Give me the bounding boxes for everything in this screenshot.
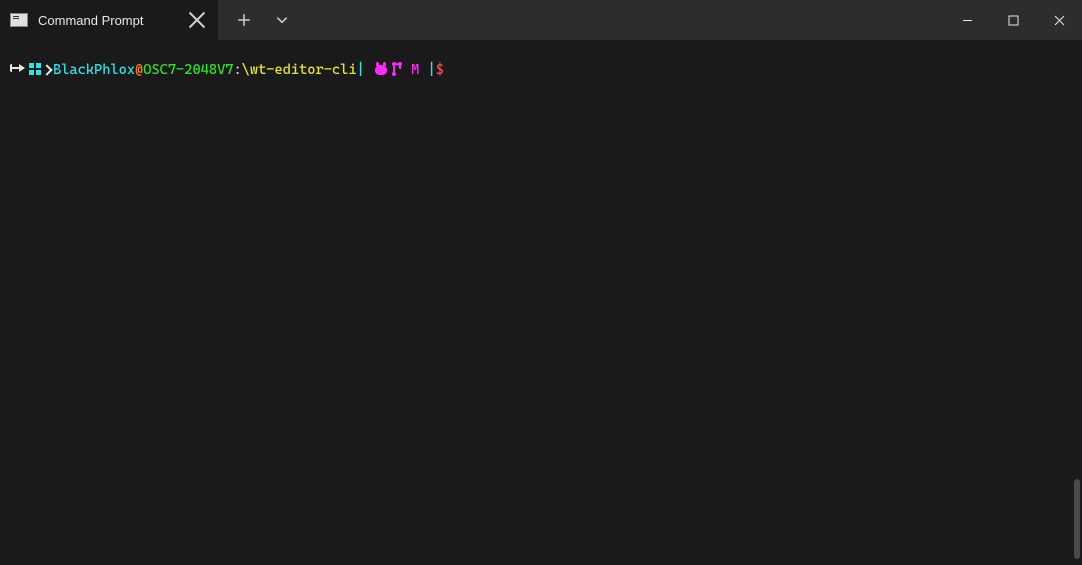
tab-command-prompt[interactable]: Command Prompt: [0, 0, 218, 40]
prompt-path: \wt-editor-cli: [242, 60, 357, 80]
window-controls: [944, 0, 1082, 40]
tab-title: Command Prompt: [38, 13, 178, 28]
prompt-sep: :: [233, 60, 241, 80]
prompt-dollar: $: [436, 60, 444, 80]
prompt-pipe1: |: [357, 60, 365, 80]
prompt-host: OSC7-2048V7: [143, 60, 233, 80]
prompt-pipe2: |: [428, 60, 436, 80]
tab-dropdown-button[interactable]: [264, 0, 300, 40]
git-status: M: [403, 60, 428, 80]
scrollbar-thumb[interactable]: [1074, 479, 1080, 559]
chevron-right-icon: [43, 60, 53, 80]
close-window-button[interactable]: [1036, 0, 1082, 40]
new-tab-button[interactable]: [226, 0, 262, 40]
titlebar: Command Prompt: [0, 0, 1082, 40]
prompt-at: @: [135, 60, 143, 80]
prompt-user: BlackPhlox: [53, 60, 135, 80]
tab-actions: [218, 0, 300, 40]
minimize-button[interactable]: [944, 0, 990, 40]
prompt-line: BlackPhlox @ OSC7-2048V7 : \wt-editor-cl…: [12, 60, 1070, 80]
git-branch-icon: [389, 60, 403, 80]
titlebar-drag-area[interactable]: [300, 0, 944, 40]
arrow-glyph-icon: [12, 60, 27, 80]
cmd-icon: [10, 13, 28, 27]
maximize-button[interactable]: [990, 0, 1036, 40]
terminal-viewport[interactable]: BlackPhlox @ OSC7-2048V7 : \wt-editor-cl…: [0, 40, 1082, 565]
close-tab-icon[interactable]: [188, 11, 206, 29]
github-icon: [365, 60, 389, 80]
